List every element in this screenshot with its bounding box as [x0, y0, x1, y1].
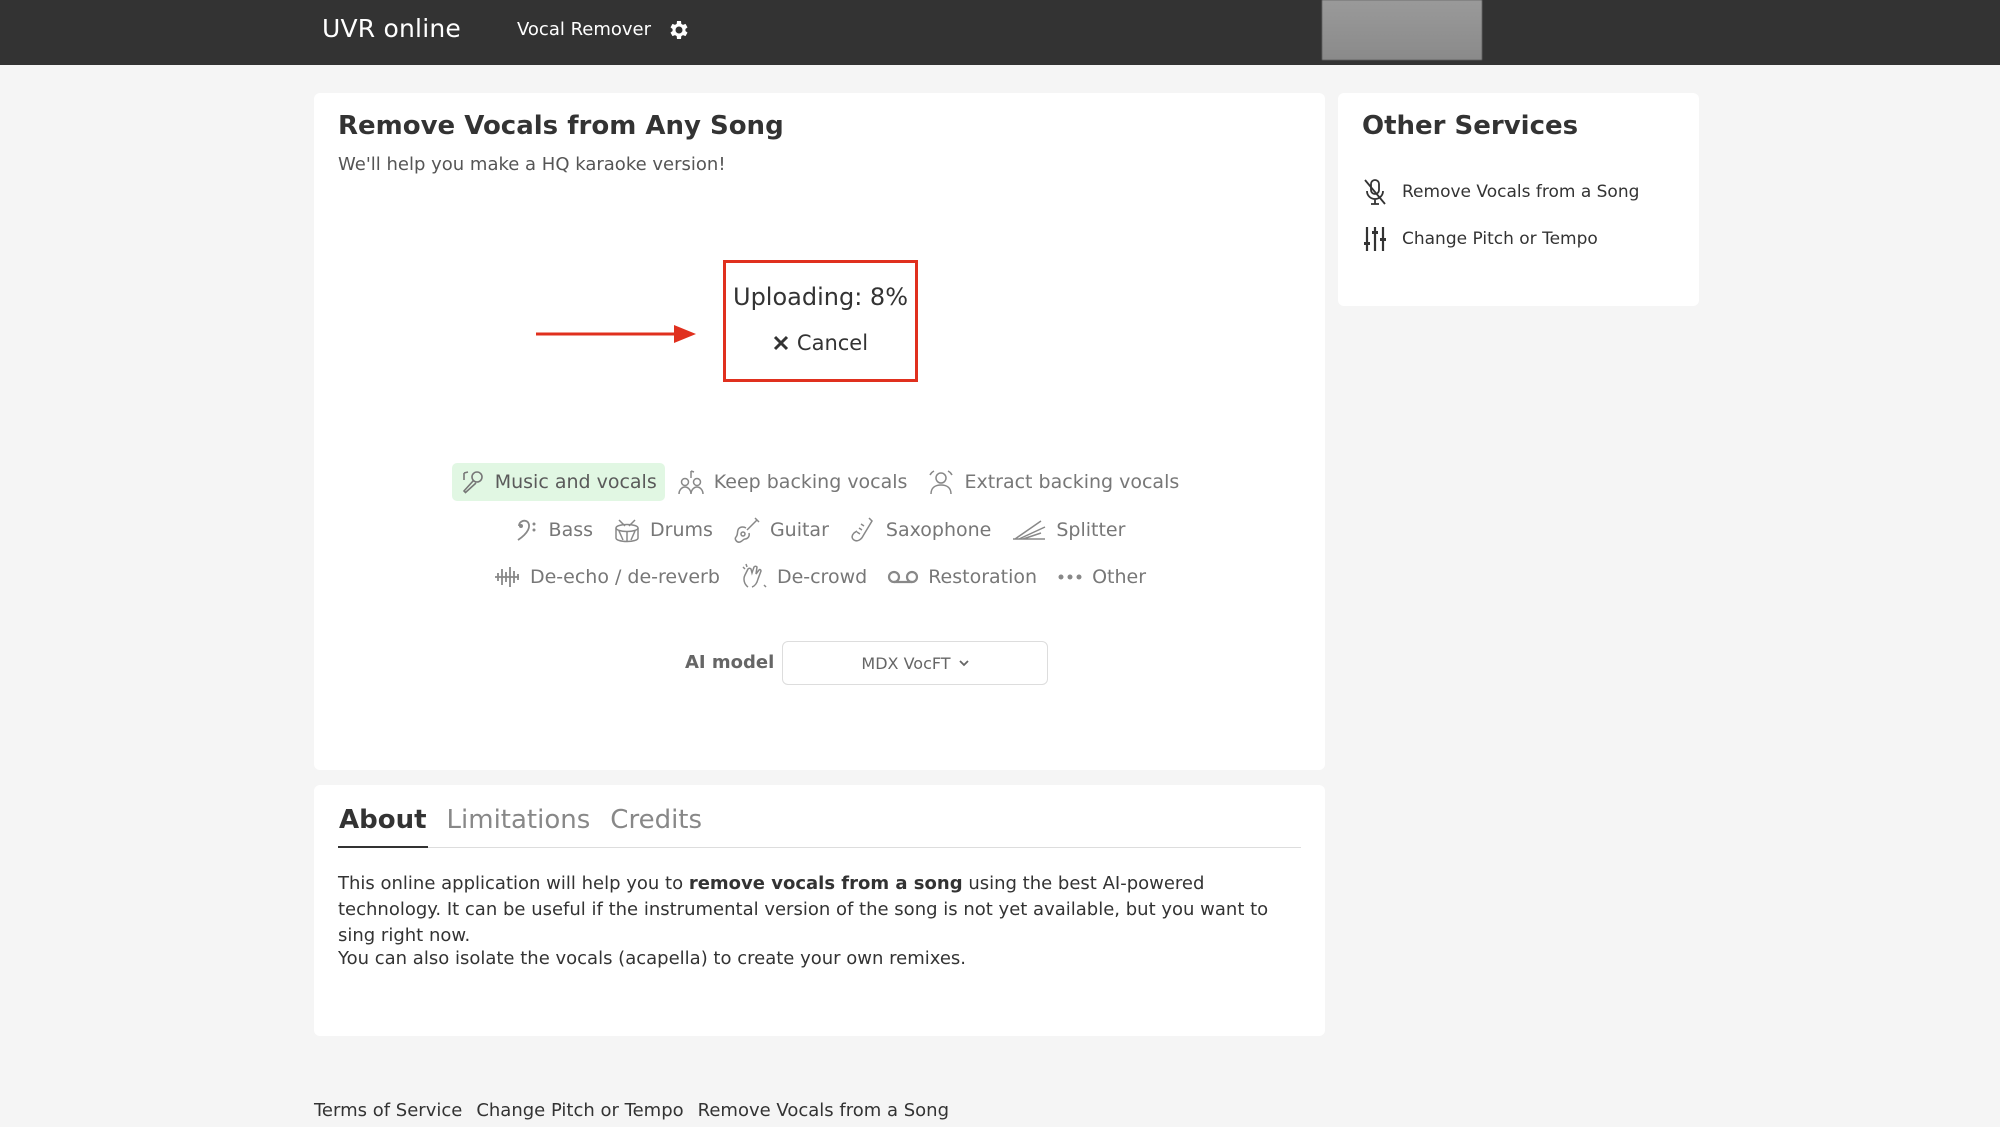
- about-paragraph-1: This online application will help you to…: [338, 873, 1269, 946]
- other-services-title: Other Services: [1362, 111, 1579, 141]
- tab-about[interactable]: About: [338, 805, 428, 848]
- mode-de-crowd[interactable]: De-crowd: [732, 558, 875, 596]
- drum-icon: [615, 519, 639, 543]
- tab-credits[interactable]: Credits: [609, 805, 703, 848]
- footer-link-terms[interactable]: Terms of Service: [314, 1100, 462, 1121]
- mode-music-and-vocals[interactable]: Music and vocals: [451, 463, 665, 501]
- mode-drums[interactable]: Drums: [605, 511, 721, 549]
- bass-clef-icon: [517, 519, 536, 541]
- mode-saxophone[interactable]: Saxophone: [841, 511, 999, 549]
- tab-limitations[interactable]: Limitations: [446, 805, 592, 848]
- ad-placeholder: [1322, 0, 1482, 60]
- about-paragraph-2: You can also isolate the vocals (acapell…: [338, 948, 967, 969]
- arrow-right-icon: [536, 325, 696, 343]
- splitter-icon: [1013, 520, 1046, 540]
- backing-vocals-icon: [678, 470, 704, 495]
- microphone-music-icon: [462, 471, 483, 494]
- upload-progress-text: Uploading: 8%: [733, 283, 908, 311]
- clap-icon: [742, 563, 767, 588]
- saxophone-icon: [851, 517, 873, 542]
- ai-model-value: MDX VocFT: [861, 653, 951, 673]
- chevron-down-icon: [958, 660, 969, 667]
- guitar-icon: [734, 517, 760, 543]
- nav-vocal-remover[interactable]: Vocal Remover: [517, 19, 651, 40]
- page-title: Remove Vocals from Any Song: [338, 111, 784, 141]
- mode-row-1: Music and vocals Keep backing vocals Ext…: [314, 463, 1325, 501]
- mode-bass[interactable]: Bass: [506, 511, 601, 549]
- mode-guitar[interactable]: Guitar: [725, 511, 837, 549]
- ai-model-select[interactable]: MDX VocFT: [782, 641, 1048, 685]
- extract-vocals-icon: [929, 470, 954, 495]
- mode-row-3: De-echo / de-reverb De-crowd Restoration…: [314, 558, 1325, 596]
- footer-link-remove-vocals[interactable]: Remove Vocals from a Song: [698, 1100, 949, 1121]
- side-link-change-pitch[interactable]: Change Pitch or Tempo: [1362, 225, 1598, 253]
- waveform-icon: [494, 567, 519, 587]
- more-icon: [1058, 574, 1082, 580]
- mode-row-2: Bass Drums Guitar Saxophone Splitter: [314, 511, 1325, 549]
- sliders-icon: [1364, 227, 1386, 251]
- mode-restoration[interactable]: Restoration: [879, 558, 1045, 596]
- gear-icon[interactable]: [666, 15, 692, 45]
- other-services-card: Other Services Remove Vocals from a Song…: [1338, 93, 1699, 306]
- close-icon: [773, 335, 788, 351]
- mode-extract-backing-vocals[interactable]: Extract backing vocals: [919, 463, 1187, 501]
- about-tabs: About Limitations Credits: [338, 805, 1301, 848]
- ai-model-label: AI model: [685, 652, 775, 673]
- cancel-label: Cancel: [796, 331, 869, 355]
- main-card: Remove Vocals from Any Song We'll help y…: [314, 93, 1325, 770]
- brand-logo[interactable]: UVR online: [322, 14, 461, 43]
- mode-keep-backing-vocals[interactable]: Keep backing vocals: [669, 463, 916, 501]
- footer-links: Terms of Service Change Pitch or Tempo R…: [314, 1100, 949, 1121]
- upload-status-box: Uploading: 8% Cancel: [723, 260, 918, 382]
- about-card: About Limitations Credits This online ap…: [314, 785, 1325, 1036]
- mode-de-echo[interactable]: De-echo / de-reverb: [485, 558, 728, 596]
- mic-off-icon: [1364, 179, 1386, 205]
- side-link-remove-vocals[interactable]: Remove Vocals from a Song: [1362, 178, 1639, 206]
- footer-link-change-pitch[interactable]: Change Pitch or Tempo: [476, 1100, 683, 1121]
- top-navbar: UVR online Vocal Remover: [0, 0, 2000, 65]
- page-subtitle: We'll help you make a HQ karaoke version…: [338, 154, 726, 175]
- mode-other[interactable]: Other: [1049, 558, 1154, 596]
- tape-icon: [888, 570, 919, 584]
- mode-splitter[interactable]: Splitter: [1003, 511, 1133, 549]
- cancel-upload-button[interactable]: Cancel: [726, 331, 915, 355]
